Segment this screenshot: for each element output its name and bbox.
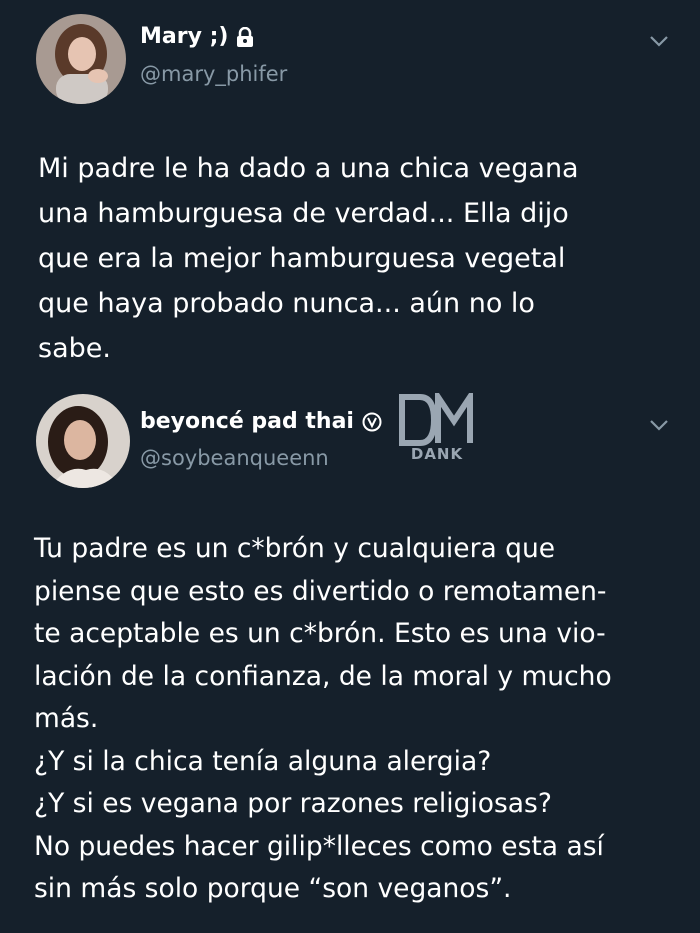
- tweet-line: piense que esto es divertido o remotamen…: [34, 575, 607, 607]
- chevron-down-icon[interactable]: [648, 418, 670, 432]
- watermark-logo: DANK: [398, 387, 476, 475]
- tweet-line: Mi padre le ha dado a una chica vegana: [38, 153, 579, 184]
- chevron-down-icon[interactable]: [648, 34, 670, 48]
- tweet-line: más.: [34, 703, 99, 734]
- watermark-text: DANK: [410, 445, 464, 463]
- tweet-line: ¿Y si la chica tenía alguna alergia?: [34, 745, 492, 777]
- tweet-line: sin más solo porque “son veganos”.: [34, 873, 512, 904]
- display-name[interactable]: beyoncé pad thai: [140, 409, 354, 434]
- display-name[interactable]: Mary ;): [140, 24, 228, 49]
- tweet-line: que era la mejor hamburguesa vegetal: [38, 243, 566, 274]
- avatar[interactable]: [36, 394, 130, 488]
- verified-icon: [362, 412, 382, 432]
- tweet-line: una hamburguesa de verdad... Ella dijo: [38, 198, 569, 229]
- tweet-line: No puedes hacer gilip*lleces como esta a…: [34, 830, 604, 862]
- tweet-text: Tu padre es un c*brón y cualquiera que p…: [34, 528, 694, 911]
- tweet-line: te aceptable es un c*brón. Esto es una v…: [34, 618, 606, 649]
- tweet-text: Mi padre le ha dado a una chica vegana u…: [38, 146, 579, 371]
- tweet-line: lación de la confianza, de la moral y mu…: [34, 660, 612, 692]
- handle[interactable]: @soybeanqueenn: [140, 446, 329, 470]
- handle[interactable]: @mary_phifer: [140, 62, 287, 86]
- author-name-row: Mary ;): [140, 24, 254, 49]
- tweet-1: Mary ;) @mary_phifer Mi padre le ha dado…: [0, 0, 700, 382]
- tweet-line: Tu padre es un c*brón y cualquiera que: [34, 533, 556, 564]
- avatar[interactable]: [36, 14, 126, 104]
- tweet-line: sabe.: [38, 333, 111, 364]
- tweet-line: que haya probado nunca... aún no lo: [38, 288, 535, 319]
- tweet-line: ¿Y si es vegana por razones religiosas?: [34, 788, 552, 819]
- author-name-row: beyoncé pad thai: [140, 409, 382, 434]
- lock-icon: [236, 26, 254, 47]
